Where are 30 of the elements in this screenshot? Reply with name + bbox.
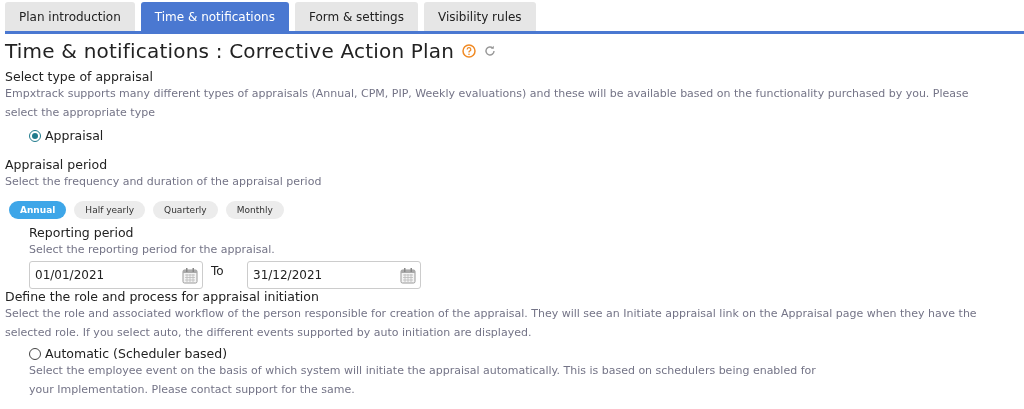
tab[interactable]: Form & settings [294,2,418,31]
section-heading: Appraisal period [5,157,109,172]
radio-button[interactable] [29,347,41,360]
tab[interactable]: Time & notifications [140,2,289,31]
end-date-field[interactable]: 31/12/2021 [247,261,421,289]
option-description: Select the employee event on the basis of which system will initiate the appraisal automatically. This is based on schedulers being enabled for your Implementation. Please contact support for the same. [29,363,817,398]
frequency-pill[interactable]: Monthly [225,201,284,219]
date-value: 31/12/2021 [253,268,323,282]
radio-label: Automatic (Scheduler based) [45,346,228,361]
section-description: Select the reporting period for the appraisal. [29,242,276,258]
tab[interactable]: Plan introduction [5,2,135,31]
page-title: Time & notifications : Corrective Action Plan [5,39,455,63]
date-value: 01/01/2021 [35,268,105,282]
frequency-pill[interactable]: Half yearly [74,201,146,219]
start-date-field[interactable]: 01/01/2021 [29,261,203,289]
calendar-icon[interactable] [400,266,416,284]
help-icon[interactable] [462,44,477,58]
section-heading: Reporting period [29,225,135,240]
refresh-icon[interactable] [484,45,497,57]
frequency-pill[interactable]: Quarterly [153,201,218,219]
tab[interactable]: Visibility rules [424,2,536,31]
section-description: Select the frequency and duration of the appraisal period [5,174,323,190]
radio-label: Appraisal [45,128,104,143]
section-description: Select the role and associated workflow of the person responsible for creation of the appraisal. They will see an Initiate appraisal link on the Appraisal page when they have the selected role. If you select auto, the different events supported by auto initiation are displayed. [5,306,978,341]
section-heading: Select type of appraisal [5,69,154,84]
radio-button[interactable] [29,129,41,142]
to-label: To [211,263,225,278]
section-heading: Define the role and process for appraisal initiation [5,289,320,304]
section-description: Empxtrack supports many different types of appraisals (Annual, CPM, PIP, Weekly evaluations) and these will be available based on the functionality purchased by you. Please select the appropriate type [5,86,970,121]
calendar-icon[interactable] [182,266,198,284]
